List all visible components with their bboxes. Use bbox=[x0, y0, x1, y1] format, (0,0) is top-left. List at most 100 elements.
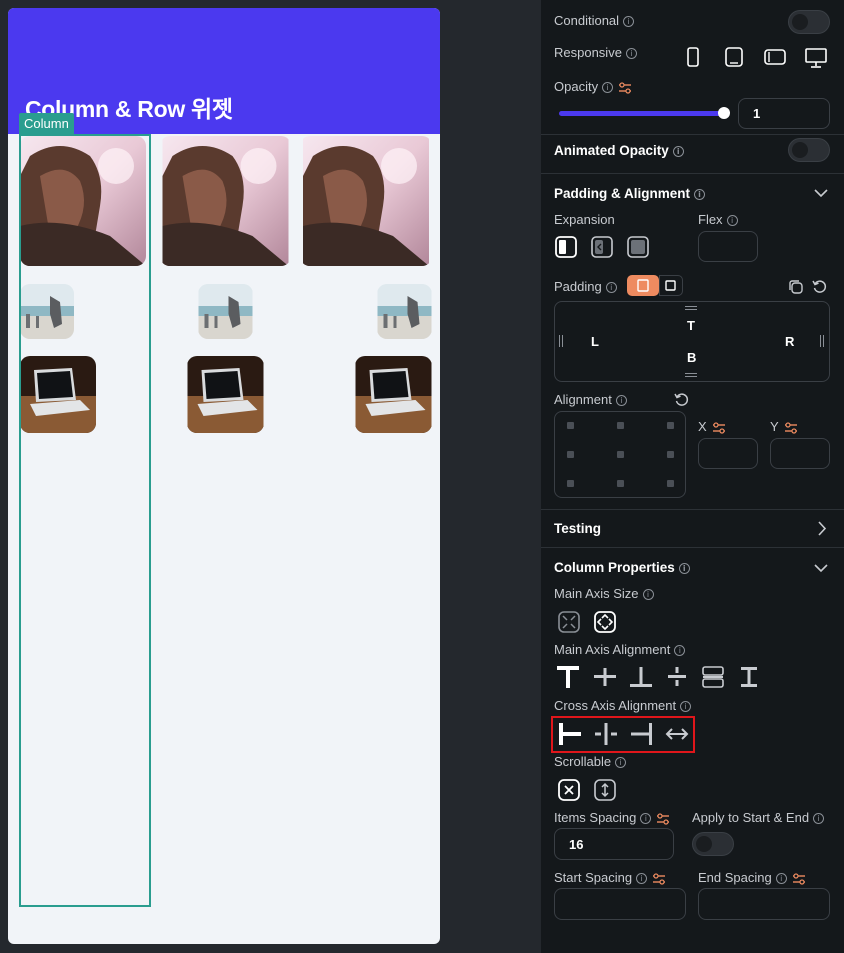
alignment-grid[interactable] bbox=[554, 411, 686, 498]
info-icon: i bbox=[813, 813, 825, 825]
cross-axis-start-icon[interactable] bbox=[558, 722, 582, 746]
chevron-down-icon[interactable] bbox=[814, 188, 828, 198]
column-tag: Column bbox=[19, 113, 74, 134]
info-icon: i bbox=[623, 16, 635, 28]
main-axis-space-evenly-icon[interactable] bbox=[737, 665, 761, 689]
x-label: X bbox=[698, 419, 726, 434]
portrait-image[interactable] bbox=[300, 136, 432, 266]
portrait-image[interactable] bbox=[160, 136, 291, 266]
padding-alignment-header[interactable]: Padding & Alignment i bbox=[554, 186, 705, 201]
variable-icon[interactable] bbox=[792, 872, 806, 885]
main-axis-space-between-icon[interactable] bbox=[665, 665, 689, 689]
chevron-down-icon[interactable] bbox=[814, 563, 828, 573]
alignment-label: Alignment i bbox=[554, 392, 627, 407]
end-spacing-label: End Spacing i bbox=[698, 870, 806, 885]
cross-axis-stretch-icon[interactable] bbox=[665, 722, 689, 746]
expansion-flexible-icon[interactable] bbox=[591, 236, 613, 258]
divider bbox=[541, 173, 844, 174]
testing-header[interactable]: Testing bbox=[554, 521, 601, 536]
cross-axis-end-icon[interactable] bbox=[630, 722, 654, 746]
padding-right-handle[interactable] bbox=[820, 335, 824, 347]
info-icon: i bbox=[680, 701, 692, 713]
padding-top-label: T bbox=[687, 318, 695, 333]
properties-panel: Conditional i Responsive i Opacity i 1 Anim… bbox=[541, 0, 844, 953]
main-axis-center-icon[interactable] bbox=[593, 665, 617, 689]
info-icon: i bbox=[672, 145, 684, 157]
variable-icon[interactable] bbox=[656, 812, 670, 825]
column-properties-header[interactable]: Column Properties i bbox=[554, 560, 690, 575]
padding-label: Padding i bbox=[554, 279, 617, 294]
opacity-input[interactable]: 1 bbox=[738, 98, 830, 129]
tablet-icon[interactable] bbox=[725, 47, 743, 67]
opacity-slider-thumb[interactable] bbox=[718, 107, 730, 119]
main-axis-space-around-icon[interactable] bbox=[701, 665, 725, 689]
padding-left-handle[interactable] bbox=[559, 335, 563, 347]
copy-icon[interactable] bbox=[788, 279, 804, 295]
scrollable-vertical-icon[interactable] bbox=[594, 779, 616, 801]
desktop-icon[interactable] bbox=[805, 48, 827, 68]
padding-individual-toggle[interactable] bbox=[659, 275, 683, 296]
expansion-expanded-icon[interactable] bbox=[627, 236, 649, 258]
tablet-landscape-icon[interactable] bbox=[764, 49, 786, 65]
flex-input[interactable] bbox=[698, 231, 758, 262]
chevron-right-icon[interactable] bbox=[817, 521, 827, 536]
animated-opacity-toggle[interactable] bbox=[788, 138, 830, 162]
scrollable-off-icon[interactable] bbox=[558, 779, 580, 801]
y-label: Y bbox=[770, 419, 798, 434]
padding-left-label: L bbox=[591, 334, 599, 349]
alignment-reset-icon[interactable] bbox=[674, 392, 689, 407]
phone-preview: Column & Row 위젯 Column bbox=[8, 8, 440, 944]
reset-icon[interactable] bbox=[812, 279, 827, 294]
laptop-image[interactable] bbox=[187, 356, 264, 433]
cross-axis-center-icon[interactable] bbox=[594, 722, 618, 746]
variable-icon[interactable] bbox=[712, 421, 726, 434]
divider bbox=[541, 547, 844, 548]
padding-bottom-handle[interactable] bbox=[685, 373, 697, 377]
opacity-slider-track[interactable] bbox=[559, 111, 725, 116]
variable-icon[interactable] bbox=[618, 81, 632, 94]
info-icon: i bbox=[726, 215, 738, 227]
pelican-image[interactable] bbox=[198, 284, 253, 339]
end-spacing-input[interactable] bbox=[698, 888, 830, 920]
main-axis-size-max-icon[interactable] bbox=[594, 611, 616, 633]
conditional-toggle[interactable] bbox=[788, 10, 830, 34]
cross-axis-alignment-label: Cross Axis Alignment i bbox=[554, 698, 692, 713]
items-spacing-input[interactable]: 16 bbox=[554, 828, 674, 860]
conditional-label: Conditional i bbox=[554, 13, 635, 28]
padding-right-label: R bbox=[785, 334, 795, 349]
divider bbox=[541, 509, 844, 510]
items-spacing-label: Items Spacing i bbox=[554, 810, 670, 825]
info-icon: i bbox=[605, 282, 617, 294]
apply-start-end-toggle[interactable] bbox=[692, 832, 734, 856]
divider bbox=[541, 134, 844, 135]
expansion-label: Expansion bbox=[554, 212, 615, 227]
padding-top-handle[interactable] bbox=[685, 306, 697, 310]
phone-icon[interactable] bbox=[687, 47, 699, 67]
info-icon: i bbox=[694, 188, 705, 200]
apply-start-end-label: Apply to Start & End i bbox=[692, 810, 825, 825]
main-axis-size-min-icon[interactable] bbox=[558, 611, 580, 633]
animated-opacity-label: Animated Opacity i bbox=[554, 143, 684, 158]
info-icon: i bbox=[615, 757, 627, 769]
alignment-x-input[interactable] bbox=[698, 438, 758, 469]
main-axis-alignment-label: Main Axis Alignment i bbox=[554, 642, 686, 657]
main-axis-start-icon[interactable] bbox=[556, 665, 580, 689]
variable-icon[interactable] bbox=[784, 421, 798, 434]
alignment-y-input[interactable] bbox=[770, 438, 830, 469]
padding-uniform-toggle[interactable] bbox=[627, 275, 659, 296]
info-icon: i bbox=[636, 873, 648, 885]
expansion-tight-icon[interactable] bbox=[555, 236, 577, 258]
info-icon: i bbox=[674, 645, 686, 657]
canvas-area: Column & Row 위젯 Column bbox=[0, 0, 541, 953]
pelican-image[interactable] bbox=[377, 284, 432, 339]
info-icon: i bbox=[775, 873, 787, 885]
info-icon: i bbox=[640, 813, 652, 825]
laptop-image[interactable] bbox=[355, 356, 432, 433]
flex-label: Flex i bbox=[698, 212, 738, 227]
selected-column-outline[interactable] bbox=[19, 134, 151, 907]
scrollable-label: Scrollable i bbox=[554, 754, 627, 769]
main-axis-end-icon[interactable] bbox=[629, 665, 653, 689]
variable-icon[interactable] bbox=[652, 872, 666, 885]
responsive-label: Responsive i bbox=[554, 45, 637, 60]
start-spacing-input[interactable] bbox=[554, 888, 686, 920]
